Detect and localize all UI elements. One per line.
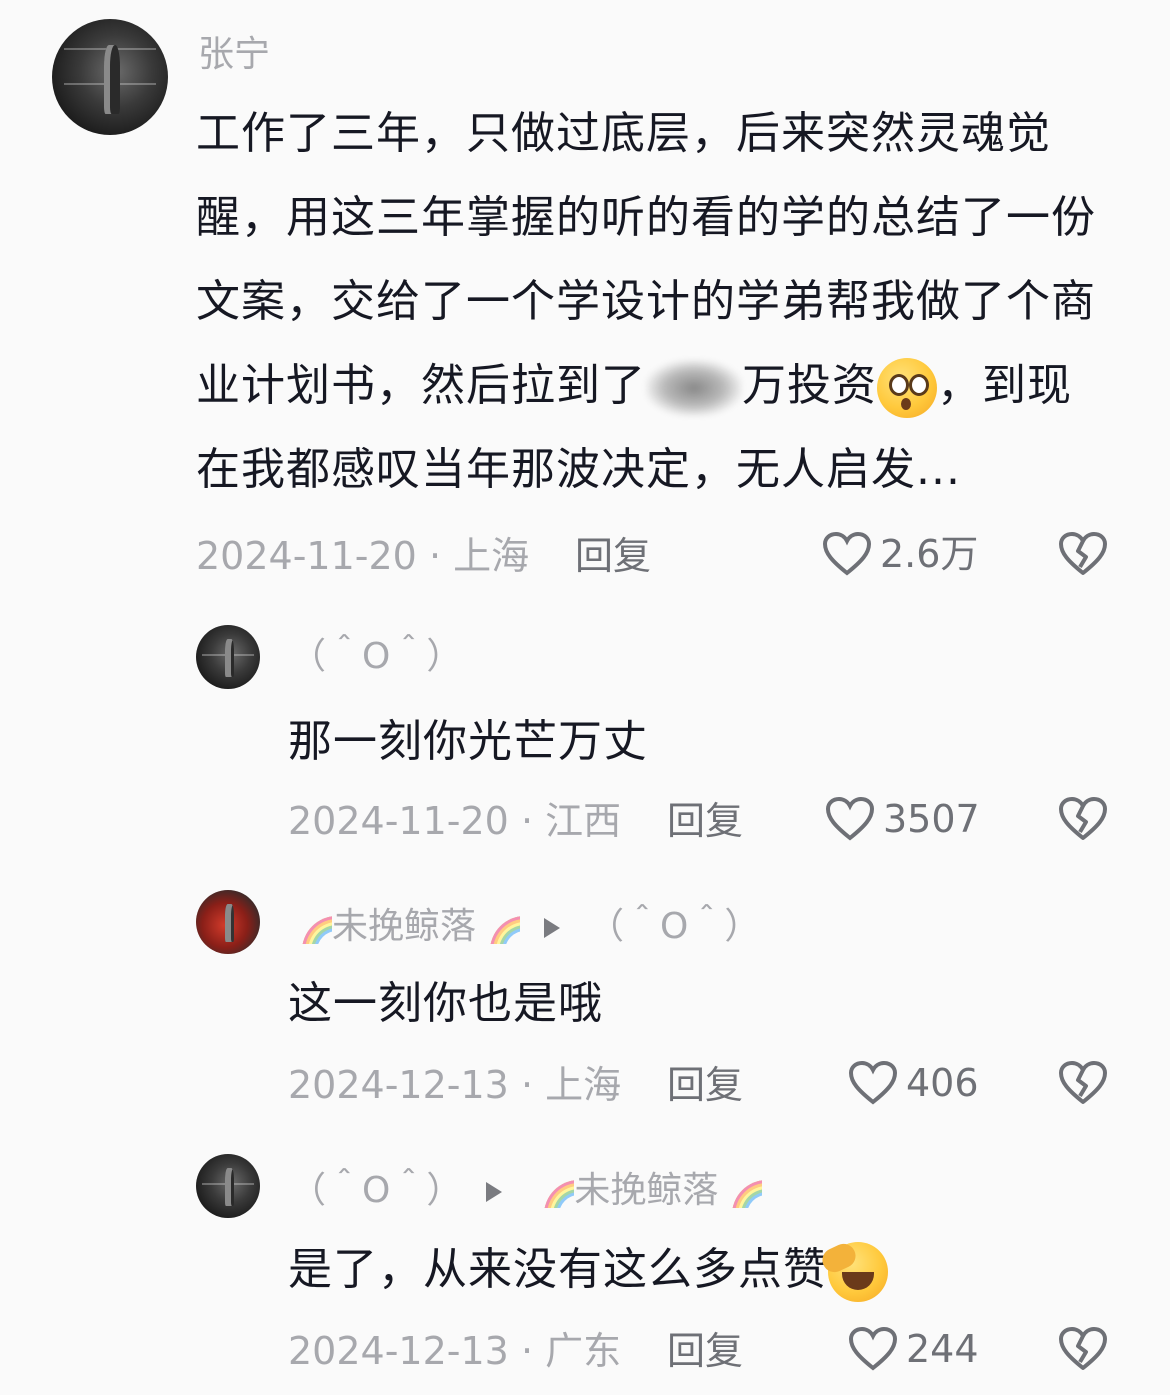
broken-heart-icon[interactable] [1058, 531, 1108, 577]
broken-heart-icon[interactable] [1058, 1326, 1108, 1372]
broken-heart-icon[interactable] [1058, 796, 1108, 842]
avatar[interactable] [196, 1154, 260, 1218]
triangle-right-icon [544, 918, 561, 938]
meta-separator: · [520, 1063, 534, 1107]
username[interactable]: 张宁 [198, 33, 270, 77]
meta-separator: · [520, 1329, 534, 1373]
comment-date: 2024-11-20 [288, 799, 509, 843]
comment-location: 江西 [545, 799, 622, 843]
reply-button[interactable]: 回复 [667, 1329, 743, 1373]
meta-separator: · [428, 534, 442, 578]
avatar[interactable] [196, 890, 260, 954]
reply-to-username[interactable]: 未挽鲸落 [574, 1170, 718, 1211]
avatar[interactable] [196, 625, 260, 689]
reply-button[interactable]: 回复 [667, 799, 743, 843]
username[interactable]: （＾O＾） [290, 635, 462, 679]
like-count: 406 [906, 1061, 979, 1105]
rainbow-emoji [718, 1164, 762, 1208]
rainbow-emoji [530, 1164, 574, 1208]
like-count: 244 [906, 1327, 979, 1371]
triangle-right-icon [486, 1182, 503, 1202]
reply-button[interactable]: 回复 [667, 1063, 743, 1107]
username-line: 未挽鲸落 （＾O＾） [288, 900, 760, 949]
blurred-amount: 20 [646, 360, 742, 416]
comment-location: 上海 [453, 534, 530, 578]
heart-outline-icon [825, 796, 875, 841]
comment-meta: 2024-11-20 · 上海 [196, 531, 529, 581]
shocked-face-emoji [877, 358, 937, 418]
comment-text: 这一刻你也是哦 [288, 978, 603, 1029]
reply-to-username[interactable]: （＾O＾） [588, 906, 760, 947]
comment-date: 2024-11-20 [196, 534, 417, 578]
heart-outline-icon [848, 1326, 898, 1371]
rolling-laughing-face-emoji [818, 1239, 888, 1302]
avatar[interactable] [52, 19, 168, 135]
like-button[interactable]: 406 [848, 1058, 979, 1108]
like-button[interactable]: 244 [848, 1324, 979, 1374]
rainbow-emoji [288, 900, 332, 944]
like-count: 2.6万 [880, 532, 979, 576]
like-count: 3507 [883, 797, 980, 841]
heart-outline-icon [822, 531, 872, 576]
comment-meta: 2024-12-13 · 广东 [288, 1326, 621, 1376]
comment-text: 那一刻你光芒万丈 [288, 716, 648, 767]
broken-heart-icon[interactable] [1058, 1060, 1108, 1106]
like-button[interactable]: 2.6万 [822, 529, 978, 579]
comment-date: 2024-12-13 [288, 1063, 509, 1107]
comment-location: 上海 [545, 1063, 622, 1107]
comment-location: 广东 [545, 1329, 622, 1373]
username[interactable]: （＾O＾） [290, 1170, 462, 1211]
comment-meta: 2024-12-13 · 上海 [288, 1060, 621, 1110]
comment-text: 是了，从来没有这么多点赞 [288, 1228, 888, 1312]
like-button[interactable]: 3507 [825, 794, 980, 844]
reply-button[interactable]: 回复 [575, 534, 651, 578]
meta-separator: · [520, 799, 534, 843]
comment-meta: 2024-11-20 · 江西 [288, 796, 621, 846]
username[interactable]: 未挽鲸落 [332, 906, 476, 947]
username-line: （＾O＾） 未挽鲸落 [290, 1164, 762, 1213]
rainbow-emoji [476, 900, 520, 944]
heart-outline-icon [848, 1060, 898, 1105]
comment-text: 工作了三年，只做过底层，后来突然灵魂觉醒，用这三年掌握的听的看的学的总结了一份文… [196, 108, 1096, 495]
comment-date: 2024-12-13 [288, 1329, 509, 1373]
